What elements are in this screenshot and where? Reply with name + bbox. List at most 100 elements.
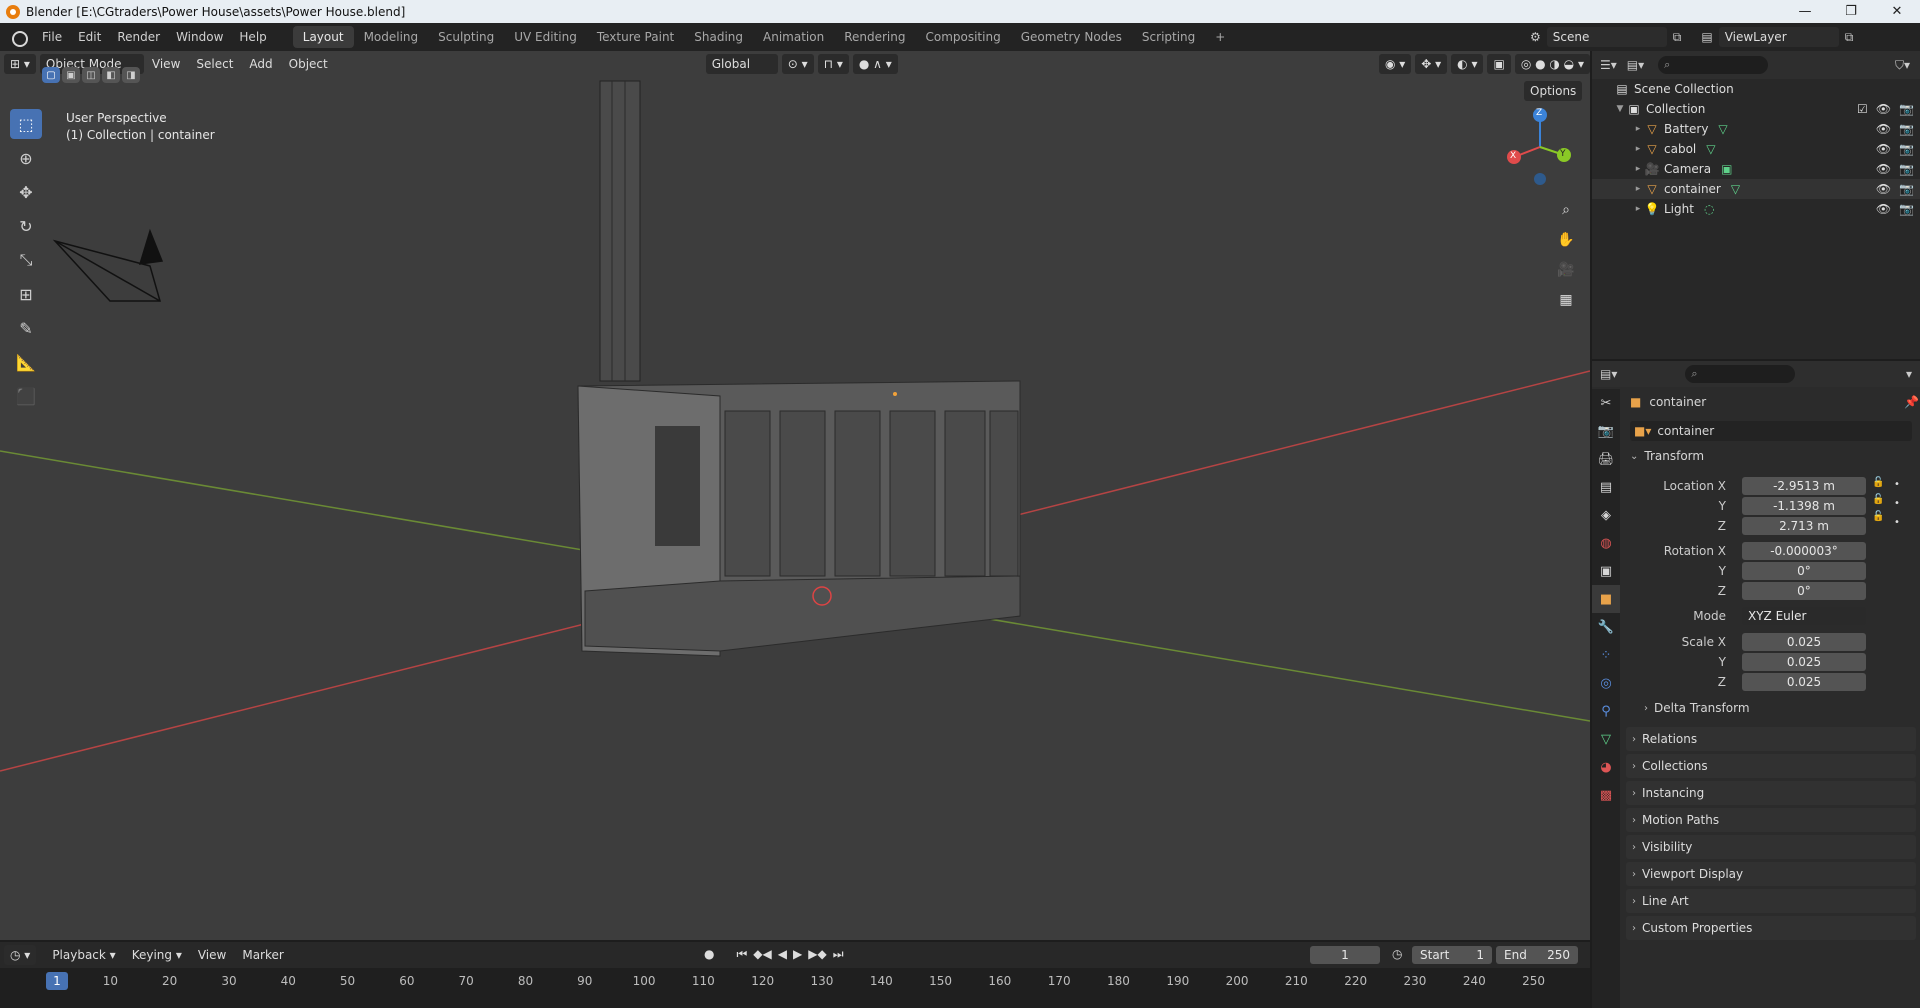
tab-uv-editing[interactable]: UV Editing (504, 26, 587, 48)
expand-icon[interactable]: ▸ (1632, 124, 1644, 134)
preview-range-icon[interactable]: ◷ (1392, 947, 1402, 961)
jump-end-icon[interactable]: ⏭ (833, 947, 844, 962)
scene-icon[interactable]: ⚙ (1530, 30, 1541, 44)
texture-tab-icon[interactable]: ▩ (1592, 781, 1620, 809)
panel-relations[interactable]: › Relations (1626, 727, 1916, 751)
jump-start-icon[interactable]: ⏮ (736, 947, 747, 962)
select-extend-icon[interactable]: ▣ (62, 67, 80, 83)
outliner-item-light[interactable]: ▸ 💡 Light ◌ 👁 📷 (1592, 199, 1920, 219)
options-dropdown[interactable]: Options (1524, 81, 1583, 101)
visibility-eye-icon[interactable]: 👁 (1876, 102, 1891, 116)
timeline-view-menu[interactable]: View (190, 948, 234, 962)
play-icon[interactable]: ▶ (793, 947, 802, 962)
properties-search-icon[interactable]: ⌕ (1685, 365, 1796, 383)
mesh-data-icon[interactable]: ▽ (1706, 142, 1715, 156)
viewport-menu-view[interactable]: View (144, 57, 188, 71)
transform-panel-header[interactable]: ⌄ Transform (1630, 449, 1704, 463)
location-x-field[interactable]: -2.9513 m (1742, 477, 1866, 495)
rotation-x-field[interactable]: -0.000003° (1742, 542, 1866, 560)
render-camera-icon[interactable]: 📷 (1899, 102, 1914, 116)
panel-collections[interactable]: › Collections (1626, 754, 1916, 778)
particles-tab-icon[interactable]: ⁘ (1592, 641, 1620, 669)
keying-menu[interactable]: Keying ▾ (124, 948, 190, 962)
navigation-gizmo[interactable]: Z X Y (1496, 107, 1576, 187)
outliner-item-container[interactable]: ▸ ▽ container ▽ 👁 📷 (1592, 179, 1920, 199)
timeline-ruler[interactable]: 1 10 20 30 40 50 60 70 80 90 100 110 120 130 140 150 160… (0, 968, 1590, 1008)
shading-modes-icon[interactable]: ◎ ● ◑ ◒ ▾ (1514, 54, 1590, 74)
lock-icon[interactable]: 🔓 (1872, 494, 1884, 505)
tab-texture-paint[interactable]: Texture Paint (587, 26, 684, 48)
add-workspace-button[interactable]: + (1205, 26, 1235, 48)
filter-icon[interactable]: ⛉▾ (1895, 58, 1910, 73)
panel-motion-paths[interactable]: › Motion Paths (1626, 808, 1916, 832)
render-camera-icon[interactable]: 📷 (1899, 182, 1914, 196)
add-cube-icon[interactable]: ⬛ (10, 381, 42, 411)
expand-collection-icon[interactable]: ▼ (1614, 104, 1626, 114)
select-box-icon[interactable]: ⬚ (10, 109, 42, 139)
close-button[interactable]: ✕ (1874, 0, 1920, 23)
gizmo-toggle-icon[interactable]: ✥ ▾ (1415, 54, 1448, 74)
tab-sculpting[interactable]: Sculpting (428, 26, 504, 48)
tab-compositing[interactable]: Compositing (915, 26, 1010, 48)
render-camera-icon[interactable]: 📷 (1899, 122, 1914, 136)
tab-shading[interactable]: Shading (684, 26, 753, 48)
rotate-icon[interactable]: ↻ (10, 211, 42, 241)
lock-icon[interactable]: 🔓 (1872, 511, 1884, 522)
location-z-field[interactable]: 2.713 m (1742, 517, 1866, 535)
visibility-eye-icon[interactable]: 👁 (1876, 202, 1891, 216)
menu-render[interactable]: Render (109, 23, 168, 51)
constraints-tab-icon[interactable]: ⚲ (1592, 697, 1620, 725)
render-camera-icon[interactable]: 📷 (1899, 162, 1914, 176)
camera-data-icon[interactable]: ▣ (1721, 162, 1732, 176)
tab-geometry-nodes[interactable]: Geometry Nodes (1011, 26, 1132, 48)
editor-type-icon[interactable]: ⊞ ▾ (4, 54, 36, 74)
tab-scripting[interactable]: Scripting (1132, 26, 1205, 48)
outliner-item-battery[interactable]: ▸ ▽ Battery ▽ 👁 📷 (1592, 119, 1920, 139)
cursor-icon[interactable]: ⊕ (10, 143, 42, 173)
rotation-mode-dropdown[interactable]: XYZ Euler (1742, 607, 1866, 625)
play-reverse-icon[interactable]: ◀ (778, 947, 787, 962)
modifier-tab-icon[interactable]: 🔧 (1592, 613, 1620, 641)
world-tab-icon[interactable]: ◍ (1592, 529, 1620, 557)
snap-icon[interactable]: ⊓ ▾ (817, 54, 849, 74)
panel-instancing[interactable]: › Instancing (1626, 781, 1916, 805)
minimize-button[interactable]: — (1782, 0, 1828, 23)
current-frame-cursor[interactable]: 1 (46, 972, 68, 990)
keyframe-dot-icon[interactable]: • (1894, 498, 1900, 509)
visibility-icon[interactable]: ◉ ▾ (1378, 54, 1412, 74)
display-mode-icon[interactable]: ▤▾ (1627, 58, 1644, 72)
delta-transform-panel[interactable]: › Delta Transform (1644, 701, 1750, 715)
visibility-eye-icon[interactable]: 👁 (1876, 182, 1891, 196)
expand-icon[interactable]: ▸ (1632, 204, 1644, 214)
scene-selector[interactable]: Scene (1546, 27, 1667, 47)
select-new-icon[interactable]: ▢ (42, 67, 60, 83)
panel-custom-properties[interactable]: › Custom Properties (1626, 916, 1916, 940)
overlay-toggle-icon[interactable]: ◐ ▾ (1451, 54, 1484, 74)
rotation-z-field[interactable]: 0° (1742, 582, 1866, 600)
panel-line-art[interactable]: › Line Art (1626, 889, 1916, 913)
light-data-icon[interactable]: ◌ (1704, 202, 1714, 216)
data-tab-icon[interactable]: ▽ (1592, 725, 1620, 753)
render-camera-icon[interactable]: 📷 (1899, 142, 1914, 156)
playback-menu[interactable]: Playback ▾ (44, 948, 123, 962)
scene-collection-row[interactable]: ▤ Scene Collection (1592, 79, 1920, 99)
transform-orientation-dropdown[interactable]: Global (705, 54, 778, 74)
select-invert-icon[interactable]: ◧ (102, 67, 120, 83)
location-y-field[interactable]: -1.1398 m (1742, 497, 1866, 515)
select-subtract-icon[interactable]: ◫ (82, 67, 100, 83)
proportional-edit-icon[interactable]: ● ∧ ▾ (852, 54, 898, 74)
zoom-icon[interactable]: ⌕ (1553, 197, 1579, 223)
scale-y-field[interactable]: 0.025 (1742, 653, 1866, 671)
viewport-menu-object[interactable]: Object (281, 57, 336, 71)
viewlayer-icon[interactable]: ▤ (1701, 30, 1712, 44)
panel-viewport-display[interactable]: › Viewport Display (1626, 862, 1916, 886)
material-tab-icon[interactable]: ◕ (1592, 753, 1620, 781)
outliner-search-icon[interactable]: ⌕ (1658, 56, 1769, 74)
tab-animation[interactable]: Animation (753, 26, 834, 48)
exclude-checkbox[interactable]: ☑ (1857, 102, 1868, 116)
outliner-item-cabol[interactable]: ▸ ▽ cabol ▽ 👁 📷 (1592, 139, 1920, 159)
render-tab-icon[interactable]: 📷 (1592, 417, 1620, 445)
scene-tab-icon[interactable]: ◈ (1592, 501, 1620, 529)
end-frame-field[interactable]: End 250 (1496, 946, 1578, 964)
select-intersect-icon[interactable]: ◨ (122, 67, 140, 83)
